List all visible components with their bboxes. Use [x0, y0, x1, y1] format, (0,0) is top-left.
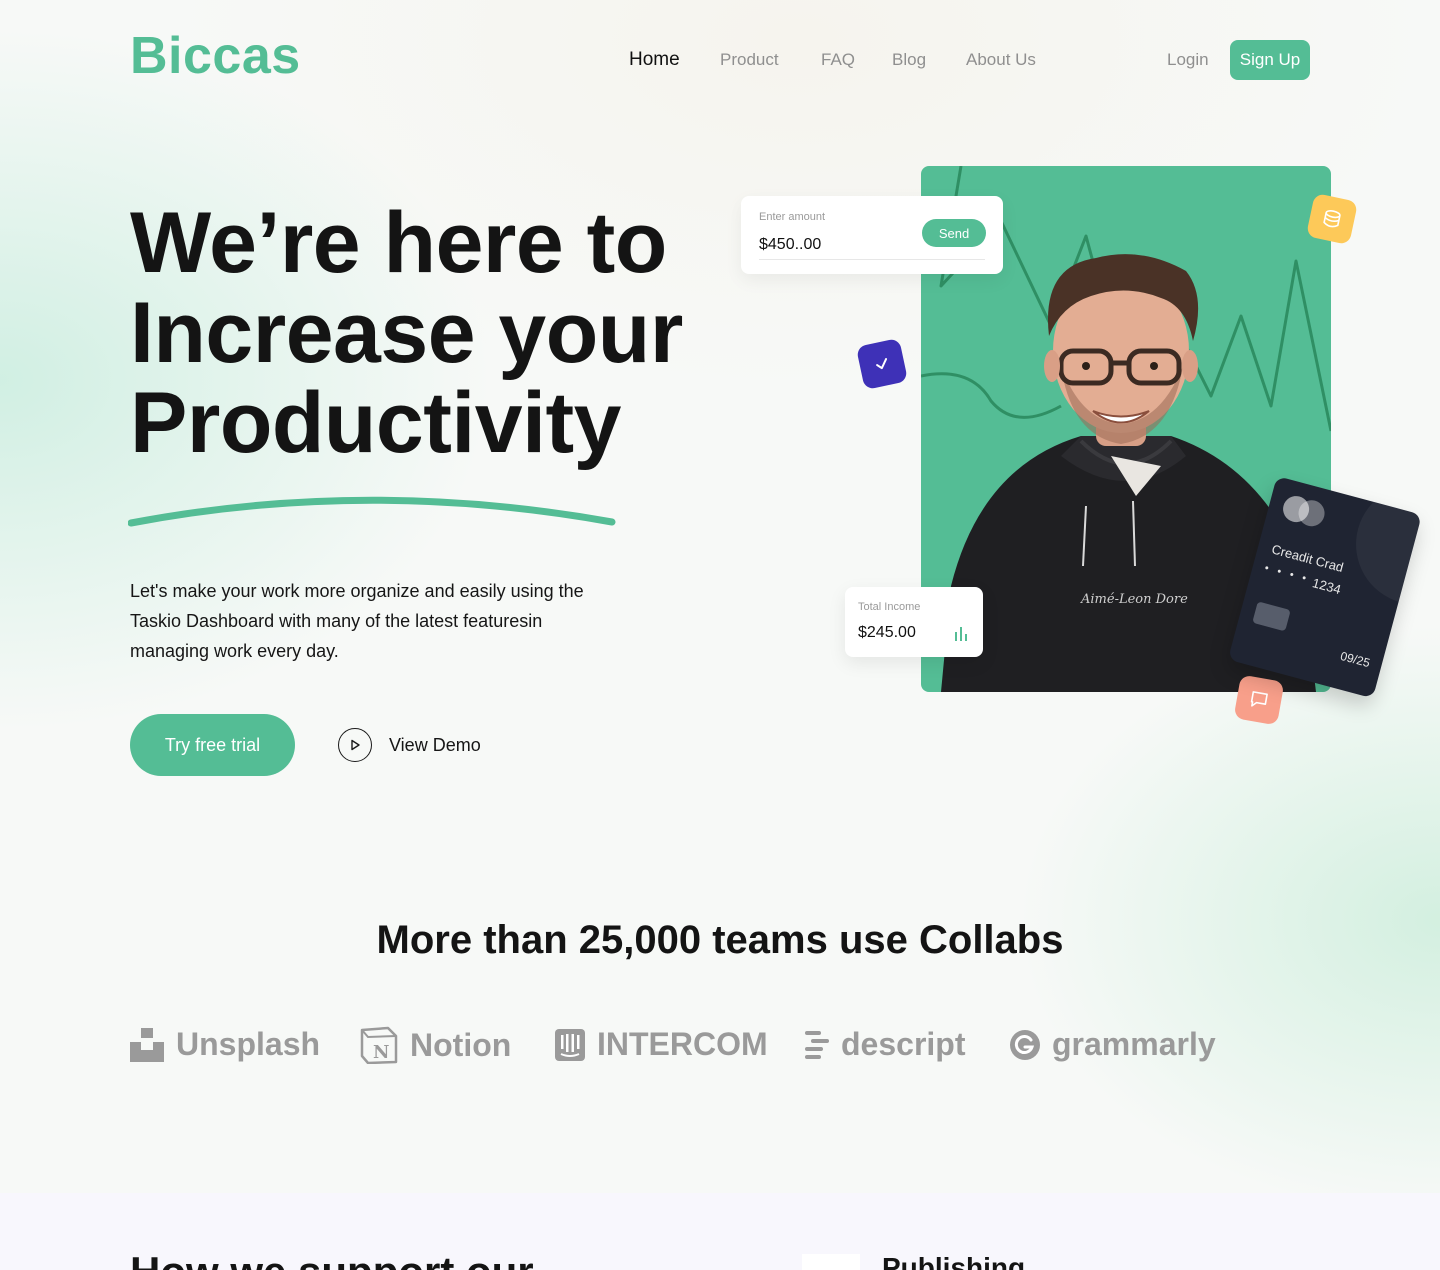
coins-icon	[1305, 192, 1359, 246]
headline-underline	[128, 496, 616, 527]
brand-descript: descript	[805, 1026, 965, 1063]
view-demo-label: View Demo	[389, 734, 481, 755]
total-income-card: Total Income $245.00	[845, 587, 983, 657]
amount-input-underline	[759, 259, 985, 260]
section-title: How we support our	[130, 1248, 534, 1270]
brand-notion: N Notion	[360, 1026, 511, 1064]
intercom-icon	[555, 1028, 585, 1061]
view-demo-button[interactable]: View Demo	[338, 728, 481, 762]
nav-faq[interactable]: FAQ	[821, 50, 855, 70]
check-icon	[855, 337, 909, 391]
try-free-trial-button[interactable]: Try free trial	[130, 714, 295, 776]
grammarly-icon	[1010, 1029, 1040, 1060]
feature-icon-box	[802, 1254, 860, 1270]
unsplash-icon	[130, 1027, 164, 1062]
collab-title: More than 25,000 teams use Collabs	[376, 918, 1064, 962]
brand-intercom: INTERCOM	[555, 1026, 768, 1063]
brand-name: Unsplash	[176, 1026, 321, 1062]
brand-name: Notion	[410, 1026, 512, 1063]
income-label: Total Income	[858, 601, 921, 613]
headline-line-3: Productivity	[130, 375, 621, 471]
nav-about-us[interactable]: About Us	[966, 50, 1036, 70]
hero-subtext: Let's make your work more organize and e…	[130, 581, 584, 661]
headline-line-2: Increase your	[130, 285, 683, 381]
income-value: $245.00	[858, 624, 916, 641]
enter-amount-card: Enter amount $450..00 Send	[741, 196, 1003, 274]
login-link[interactable]: Login	[1167, 50, 1209, 70]
nav-home[interactable]: Home	[629, 49, 680, 71]
bar-chart-icon	[955, 627, 967, 641]
headline-line-1: We’re here to	[130, 195, 667, 291]
nav-product[interactable]: Product	[720, 50, 779, 70]
brand-name: descript	[841, 1026, 966, 1062]
publishing-title: Publishing	[882, 1252, 1026, 1270]
hero-headline: We’re here to Increase your Productivity	[130, 198, 770, 468]
amount-input[interactable]: $450..00	[759, 236, 821, 254]
play-icon	[338, 728, 372, 762]
notion-icon: N	[360, 1026, 398, 1064]
brand-name: grammarly	[1052, 1026, 1216, 1062]
descript-icon	[805, 1030, 829, 1059]
card-expiry: 09/25	[1338, 648, 1372, 671]
send-button[interactable]: Send	[922, 219, 986, 247]
chat-icon	[1233, 674, 1285, 726]
brand-name: INTERCOM	[597, 1026, 768, 1062]
card-chip-icon	[1252, 601, 1291, 632]
logo[interactable]: Biccas	[130, 26, 301, 86]
svg-text:N: N	[373, 1042, 389, 1063]
amount-label: Enter amount	[759, 211, 826, 223]
nav-blog[interactable]: Blog	[892, 50, 926, 70]
brand-unsplash: Unsplash	[130, 1026, 320, 1063]
card-dots: • • • •	[1263, 562, 1311, 586]
hoodie-print: Aimé-Leon Dore	[1080, 592, 1188, 607]
card-number: 1234	[1310, 575, 1343, 598]
signup-button[interactable]: Sign Up	[1230, 40, 1310, 80]
brand-grammarly: grammarly	[1010, 1026, 1216, 1063]
